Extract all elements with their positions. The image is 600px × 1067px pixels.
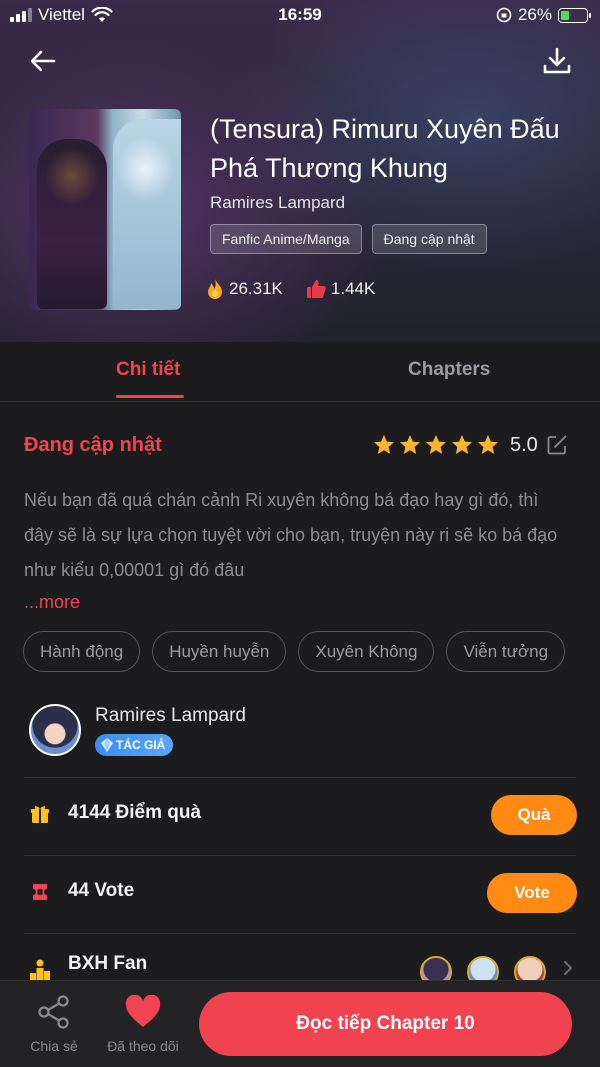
gift-points: 4144 Điểm quà bbox=[68, 802, 202, 823]
author-avatar[interactable] bbox=[29, 704, 81, 756]
genre-chip[interactable]: Viễn tưởng bbox=[446, 631, 566, 672]
genre-list: Hành động Huyền huyễn Xuyên Không Viễn t… bbox=[23, 631, 566, 672]
arrow-left-icon bbox=[30, 50, 56, 72]
divider bbox=[24, 933, 576, 934]
share-button[interactable]: Chia sẻ bbox=[22, 995, 86, 1059]
battery-icon bbox=[558, 7, 591, 23]
tag-category[interactable]: Fanfic Anime/Manga bbox=[210, 224, 362, 254]
rating-stars bbox=[372, 433, 500, 457]
active-tab-indicator bbox=[116, 395, 184, 398]
views-count: 26.31K bbox=[229, 279, 283, 298]
author-badge-label: TÁC GIẢ bbox=[116, 738, 166, 752]
tag-status[interactable]: Đang cập nhật bbox=[371, 224, 487, 254]
publication-status: Đang cập nhật bbox=[24, 434, 162, 456]
more-link[interactable]: ...more bbox=[24, 592, 80, 613]
genre-chip[interactable]: Huyền huyễn bbox=[152, 631, 287, 672]
vote-row: 44 Vote Vote bbox=[0, 855, 600, 933]
views-stat: 26.31K bbox=[205, 278, 283, 300]
author-badge: TÁC GIẢ bbox=[95, 734, 174, 756]
book-author[interactable]: Ramires Lampard bbox=[210, 193, 345, 213]
fan-ranking-row[interactable]: BXH Fan bbox=[0, 936, 600, 988]
star-icon bbox=[400, 435, 420, 454]
continue-reading-button[interactable]: Đọc tiếp Chapter 10 bbox=[199, 992, 572, 1056]
tab-bar: Chi tiết Chapters bbox=[0, 342, 600, 402]
vote-count: 44 Vote bbox=[68, 880, 135, 901]
back-button[interactable] bbox=[26, 44, 60, 78]
battery-percent: 26% bbox=[517, 5, 552, 24]
follow-label: Đã theo dõi bbox=[107, 1038, 179, 1054]
author-card[interactable]: Ramires Lampard TÁC GIẢ bbox=[0, 700, 600, 778]
book-stats: 26.31K 1.44K bbox=[205, 278, 375, 300]
orientation-lock-icon bbox=[496, 7, 512, 23]
download-icon bbox=[543, 47, 571, 74]
book-description: Nếu bạn đã quá chán cảnh Ri xuyên không … bbox=[24, 490, 558, 580]
follow-button[interactable]: Đã theo dõi bbox=[100, 994, 186, 1059]
edit-rating-icon[interactable] bbox=[546, 434, 568, 456]
star-icon bbox=[374, 435, 394, 454]
ticket-icon bbox=[33, 884, 47, 900]
header-hero: Viettel 16:59 26% (Tensura) Rimuru Xuyên… bbox=[0, 0, 600, 342]
rating-value: 5.0 bbox=[510, 433, 538, 456]
genre-chip[interactable]: Hành động bbox=[23, 631, 141, 672]
gem-icon bbox=[101, 738, 113, 752]
download-button[interactable] bbox=[542, 44, 572, 78]
status-bar: Viettel 16:59 26% bbox=[0, 0, 600, 34]
thumbs-up-icon bbox=[306, 280, 326, 298]
podium-icon bbox=[30, 959, 50, 982]
chevron-right-icon bbox=[564, 961, 573, 975]
status-right: 26% bbox=[496, 5, 591, 25]
share-label: Chia sẻ bbox=[30, 1038, 78, 1054]
star-icon bbox=[478, 435, 498, 454]
fire-icon bbox=[208, 279, 222, 299]
gift-button[interactable]: Quà bbox=[491, 795, 577, 835]
tab-chapters[interactable]: Chapters bbox=[408, 359, 490, 381]
cover-figure-right bbox=[113, 119, 181, 309]
star-icon bbox=[426, 435, 446, 454]
genre-chip[interactable]: Xuyên Không bbox=[298, 631, 435, 672]
likes-count: 1.44K bbox=[330, 279, 376, 298]
rating: 5.0 bbox=[372, 433, 568, 457]
cover-figure-left bbox=[37, 139, 107, 309]
gift-icon bbox=[31, 806, 49, 823]
vote-button[interactable]: Vote bbox=[487, 873, 577, 913]
share-icon bbox=[38, 995, 69, 1029]
likes-stat: 1.44K bbox=[305, 278, 375, 300]
book-cover[interactable] bbox=[29, 109, 181, 310]
author-name[interactable]: Ramires Lampard bbox=[95, 705, 246, 727]
book-tags: Fanfic Anime/Manga Đang cập nhật bbox=[210, 224, 487, 254]
fan-ranking-label: BXH Fan bbox=[68, 953, 148, 974]
book-title: (Tensura) Rimuru Xuyên Đấu Phá Thương Kh… bbox=[210, 114, 560, 183]
star-icon bbox=[452, 435, 472, 454]
tab-detail[interactable]: Chi tiết bbox=[116, 359, 180, 381]
gift-row: 4144 Điểm quà Quà bbox=[0, 777, 600, 855]
heart-icon bbox=[125, 994, 161, 1027]
